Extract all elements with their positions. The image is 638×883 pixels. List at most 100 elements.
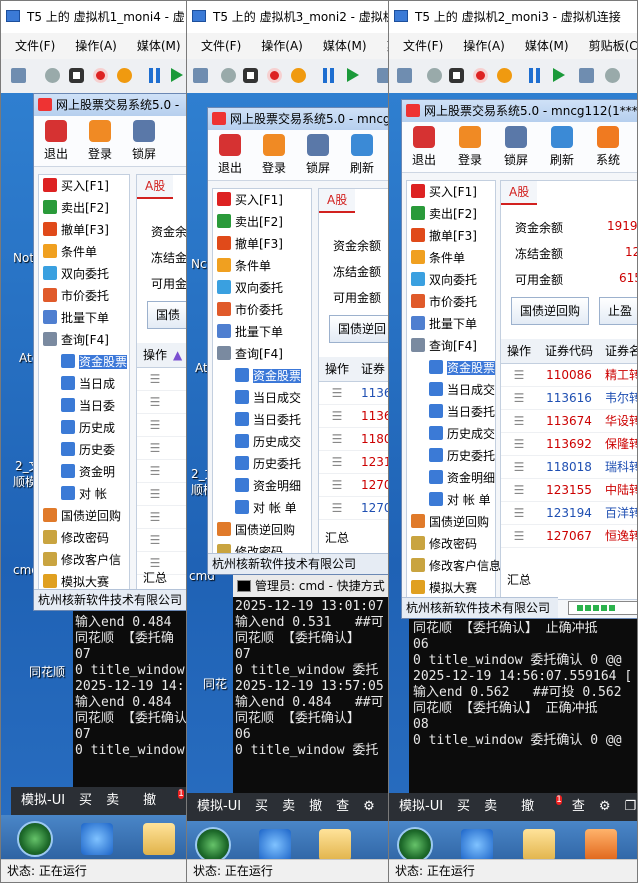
app-titlebar[interactable]: 网上股票交易系统5.0 - [34, 94, 199, 116]
resume-icon[interactable] [347, 68, 359, 82]
tree-item-funds-stocks[interactable]: 资金股票 [407, 357, 496, 379]
tree-item-sell[interactable]: 卖出[F2] [407, 203, 495, 225]
table-row[interactable]: ☰ 113692 保隆转 [501, 433, 637, 456]
sort-icon[interactable]: ▲ [173, 343, 182, 367]
save-state-icon[interactable] [117, 68, 132, 83]
tree-item-buy[interactable]: 买入[F1] [213, 189, 311, 211]
row-menu-icon[interactable]: ☰ [137, 483, 173, 505]
exit-button[interactable]: 退出 [208, 134, 252, 176]
tree-item-history-orders[interactable]: 历史委 [39, 439, 129, 461]
tab-a-shares[interactable]: A股 [137, 175, 174, 199]
take-profit-button[interactable]: 止盈 [599, 297, 637, 325]
exit-button[interactable]: 退出 [402, 126, 446, 168]
tree-item-market-order[interactable]: 市价委托 [213, 299, 311, 321]
desktop-icon-label[interactable]: Not [13, 251, 34, 265]
col-operation[interactable]: 操作 [137, 343, 173, 367]
tree-item-sell[interactable]: 卖出[F2] [213, 211, 311, 233]
tree-item-funds-stocks[interactable]: 资金股票 [213, 365, 311, 387]
tree-item-today-orders[interactable]: 当日委 [39, 395, 129, 417]
sell-button[interactable]: 卖 [106, 793, 119, 808]
tab-a-shares[interactable]: A股 [319, 189, 356, 213]
ie-icon[interactable] [81, 823, 113, 855]
tree-item-password[interactable]: 修改密码 [407, 533, 495, 555]
tree-item-bidirectional[interactable]: 双向委托 [39, 263, 129, 285]
refresh-button[interactable]: 刷新 [540, 126, 584, 168]
vm-window-moni2[interactable]: T5 上的 虚拟机3_moni2 - 虚拟机连 文件(F)操作(A)媒体(M)剪… [186, 0, 402, 883]
table-row[interactable]: ☰ 123155 中陆转 [501, 479, 637, 502]
tree-item-today-orders[interactable]: 当日委托 [407, 401, 495, 423]
tree-item-today-orders[interactable]: 当日委托 [213, 409, 311, 431]
media-player-icon[interactable] [585, 829, 617, 861]
turnoff-icon[interactable] [243, 68, 258, 83]
row-menu-icon[interactable]: ☰ [319, 382, 355, 404]
vm-window-moni3[interactable]: T5 上的 虚拟机2_moni3 - 虚拟机连接 文件(F) 操作(A) 媒体(M)… [388, 0, 638, 883]
cancel-button[interactable]: 撤1 [133, 789, 184, 808]
col-operation[interactable]: 操作 [501, 339, 537, 363]
window-icon[interactable]: ❐ [625, 799, 637, 814]
start-orb-icon[interactable] [17, 821, 53, 857]
tree-item-conditional[interactable]: 条件单 [39, 241, 129, 263]
tree-item-bidirectional[interactable]: 双向委托 [407, 269, 495, 291]
tree-item-today-trades[interactable]: 当日成交 [407, 379, 495, 401]
start-orb-icon[interactable] [397, 827, 433, 863]
vm-titlebar[interactable]: T5 上的 虚拟机3_moni2 - 虚拟机连 [187, 1, 401, 33]
menu-action[interactable]: 操作(A) [463, 39, 505, 53]
col-code[interactable]: 证券代码 [537, 339, 601, 363]
ie-icon[interactable] [259, 829, 291, 861]
tree-item-history-orders[interactable]: 历史委托 [407, 445, 495, 467]
cancel-button[interactable]: 撤 [309, 799, 322, 814]
repo-button[interactable]: 国债逆回购 [511, 297, 590, 325]
query-button[interactable]: 查 [336, 799, 349, 814]
tree-item-batch[interactable]: 批量下单 [39, 307, 129, 329]
ie-icon[interactable] [461, 829, 493, 861]
tree-item-cancel[interactable]: 撤单[F3] [39, 219, 129, 241]
shutdown-icon[interactable] [267, 68, 282, 83]
col-operation[interactable]: 操作 [319, 357, 355, 381]
app-titlebar[interactable]: 网上股票交易系统5.0 - mncg [208, 108, 401, 130]
table-row[interactable]: ☰ 123194 百洋转 [501, 502, 637, 525]
ctrl-alt-del-icon[interactable] [397, 68, 412, 83]
sell-button[interactable]: 卖 [282, 799, 295, 814]
system-button[interactable]: 系统 [586, 126, 630, 168]
tree-item-fund-detail[interactable]: 资金明 [39, 461, 129, 483]
exit-button[interactable]: 退出 [34, 120, 78, 162]
tree-item-customer-info[interactable]: 修改客户信 [39, 549, 129, 571]
tree-item-customer-info[interactable]: 修改客户信息 [407, 555, 501, 577]
refresh-button[interactable]: 刷新 [340, 134, 384, 176]
save-state-icon[interactable] [291, 68, 306, 83]
menu-action[interactable]: 操作(A) [261, 39, 303, 53]
tree-item-repo[interactable]: 国债逆回购 [39, 505, 129, 527]
shutdown-icon[interactable] [93, 68, 108, 83]
login-button[interactable]: 登录 [78, 120, 122, 162]
start-icon[interactable] [45, 68, 60, 83]
revert-icon[interactable] [605, 68, 620, 83]
tree-item-history-orders[interactable]: 历史委托 [213, 453, 311, 475]
tree-item-cancel[interactable]: 撤单[F3] [407, 225, 495, 247]
row-menu-icon[interactable]: ☰ [501, 410, 537, 432]
vm-titlebar[interactable]: T5 上的 虚拟机2_moni3 - 虚拟机连接 [389, 1, 637, 33]
tree-item-password[interactable]: 修改密码 [39, 527, 129, 549]
tree-item-history-trades[interactable]: 历史成 [39, 417, 129, 439]
table-row[interactable]: ☰ 118018 瑞科转 [501, 456, 637, 479]
explorer-folder-icon[interactable] [523, 829, 555, 861]
buy-button[interactable]: 买 [255, 799, 268, 814]
repo-button[interactable]: 国债逆回 [329, 315, 396, 343]
trading-app-window[interactable]: 网上股票交易系统5.0 - mncg112(1**** 退出 登录 锁屏 刷新 系统 买… [401, 99, 637, 619]
row-menu-icon[interactable]: ☰ [501, 364, 537, 386]
tree-item-funds-stocks[interactable]: 资金股票 [39, 351, 129, 373]
menu-media[interactable]: 媒体(M) [323, 39, 367, 53]
menu-clipboard[interactable]: 剪贴板(C) [589, 39, 637, 53]
tree-item-sell[interactable]: 卖出[F2] [39, 197, 129, 219]
start-icon[interactable] [221, 68, 236, 83]
app-titlebar[interactable]: 网上股票交易系统5.0 - mncg112(1**** [402, 100, 637, 122]
tree-item-conditional[interactable]: 条件单 [213, 255, 311, 277]
tree-item-fund-detail[interactable]: 资金明细 [407, 467, 495, 489]
vm-titlebar[interactable]: T5 上的 虚拟机1_moni4 - 虚 [1, 1, 199, 33]
row-menu-icon[interactable]: ☰ [501, 502, 537, 524]
desktop-icon-label[interactable]: Nc [191, 257, 207, 271]
resume-icon[interactable] [553, 68, 565, 82]
menu-file[interactable]: 文件(F) [403, 39, 443, 53]
resume-icon[interactable] [171, 68, 183, 82]
tab-a-shares[interactable]: A股 [501, 181, 538, 205]
row-menu-icon[interactable]: ☰ [319, 474, 355, 496]
